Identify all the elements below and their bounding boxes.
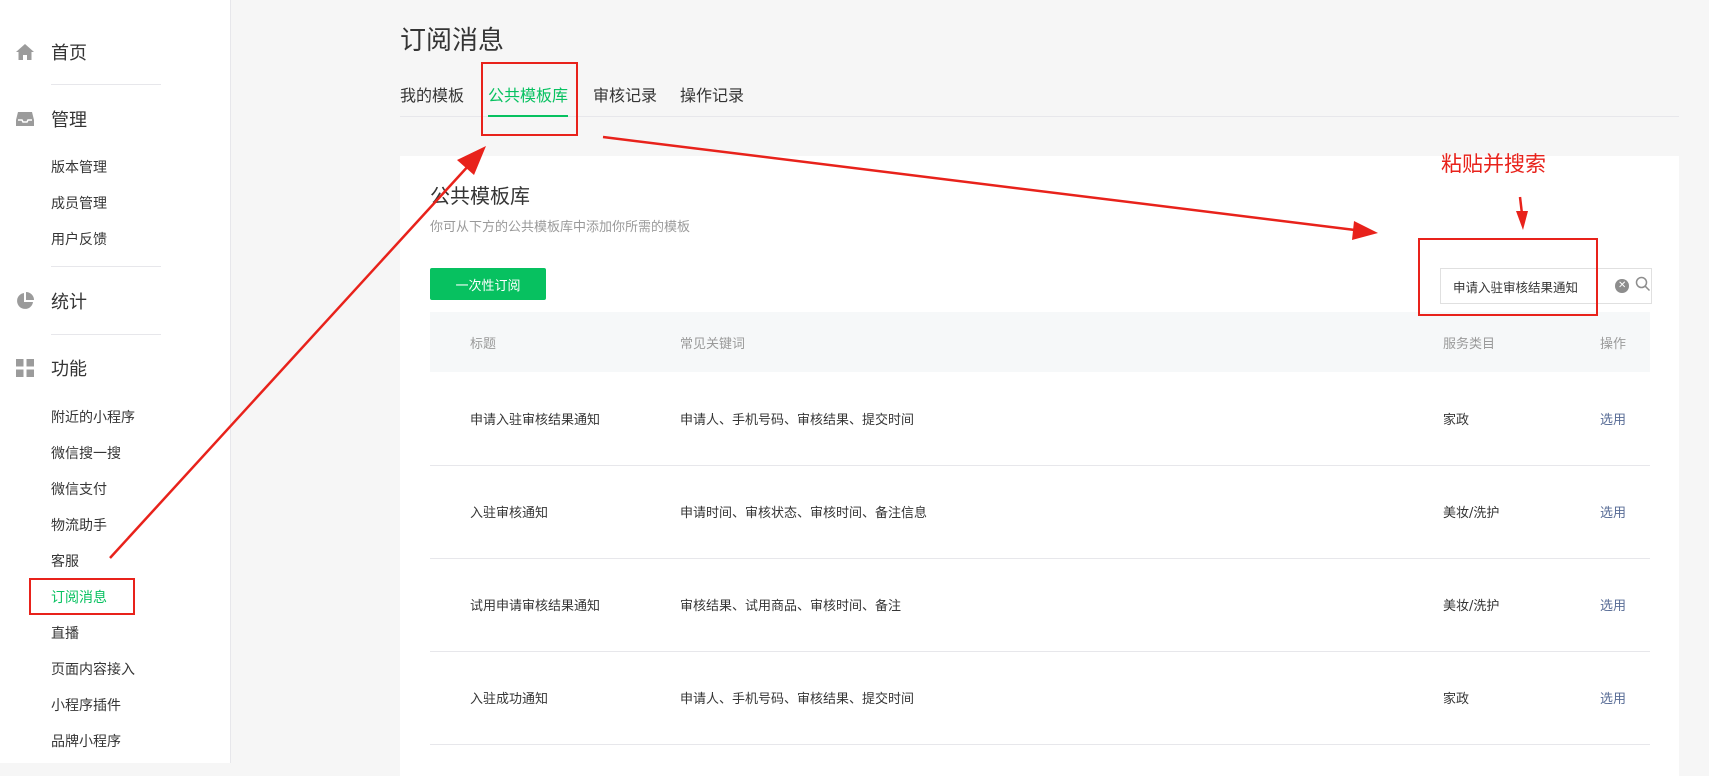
select-link[interactable]: 选用: [1600, 409, 1626, 428]
header-keywords: 常见关键词: [680, 337, 746, 352]
row-keywords: 申请时间、审核状态、审核时间、备注信息: [680, 506, 928, 521]
page-title: 订阅消息: [400, 26, 505, 56]
row-category: 家政: [1443, 413, 1470, 428]
row-title: 入驻成功通知: [470, 692, 549, 707]
nav-stats-label: 统计: [51, 292, 87, 313]
row-category: 美妆/洗护: [1443, 506, 1500, 521]
sidebar-item-brand[interactable]: 品牌小程序: [51, 732, 121, 752]
row-category: 家政: [1443, 692, 1470, 707]
table-header: 标题 常见关键词 服务类目 操作: [430, 312, 1650, 372]
header-action: 操作: [1600, 337, 1627, 352]
sidebar-item-logistics[interactable]: 物流助手: [51, 516, 107, 536]
divider: [51, 266, 161, 267]
row-title: 试用申请审核结果通知: [470, 599, 601, 614]
tab-operation-records[interactable]: 操作记录: [680, 82, 744, 116]
nav-features[interactable]: 功能: [14, 353, 87, 383]
tab-bar: 我的模板 公共模板库 审核记录 操作记录: [400, 82, 1679, 117]
tab-my-templates[interactable]: 我的模板: [400, 82, 464, 116]
sidebar-item-customer-service[interactable]: 客服: [51, 552, 79, 572]
nav-home-label: 首页: [51, 43, 87, 64]
nav-manage[interactable]: 管理: [14, 104, 87, 134]
sidebar-item-live[interactable]: 直播: [51, 624, 79, 644]
divider: [51, 84, 161, 85]
sidebar-item-version[interactable]: 版本管理: [51, 158, 107, 178]
row-category: 美妆/洗护: [1443, 599, 1500, 614]
inbox-icon: [14, 108, 36, 130]
select-link[interactable]: 选用: [1600, 688, 1626, 707]
clear-icon[interactable]: ✕: [1615, 279, 1629, 293]
row-keywords: 申请人、手机号码、审核结果、提交时间: [680, 692, 915, 707]
search-icon[interactable]: [1635, 276, 1651, 296]
tab-review-records[interactable]: 审核记录: [593, 82, 657, 116]
nav-home[interactable]: 首页: [14, 37, 87, 67]
pie-chart-icon: [14, 290, 36, 312]
table-row: 试用申请审核结果通知 审核结果、试用商品、审核时间、备注 美妆/洗护 选用: [430, 558, 1650, 652]
highlight-box-tab: [481, 62, 578, 136]
table-row: 入驻审核通知 申请时间、审核状态、审核时间、备注信息 美妆/洗护 选用: [430, 465, 1650, 559]
row-keywords: 审核结果、试用商品、审核时间、备注: [680, 599, 902, 614]
sidebar: 首页 管理 版本管理 成员管理 用户反馈 统计 功能 附近的小程序 微信搜一搜 …: [0, 0, 231, 763]
home-icon: [14, 41, 36, 63]
header-category: 服务类目: [1443, 337, 1496, 352]
select-link[interactable]: 选用: [1600, 502, 1626, 521]
table-row: 入驻成功通知 申请人、手机号码、审核结果、提交时间 家政 选用: [430, 651, 1650, 745]
annotation-text: 粘贴并搜索: [1441, 152, 1546, 176]
row-title: 入驻审核通知: [470, 506, 549, 521]
nav-stats[interactable]: 统计: [14, 286, 87, 316]
sidebar-item-search[interactable]: 微信搜一搜: [51, 444, 121, 464]
highlight-box-search: [1418, 238, 1598, 316]
sidebar-item-pay[interactable]: 微信支付: [51, 480, 107, 500]
nav-manage-label: 管理: [51, 110, 87, 131]
nav-features-label: 功能: [51, 359, 87, 380]
row-title: 申请入驻审核结果通知: [470, 413, 601, 428]
divider: [51, 334, 161, 335]
highlight-box-sidebar: [29, 578, 135, 615]
one-time-subscribe-button[interactable]: 一次性订阅: [430, 268, 546, 300]
sidebar-item-nearby[interactable]: 附近的小程序: [51, 408, 135, 428]
sidebar-item-content-access[interactable]: 页面内容接入: [51, 660, 135, 680]
table-row: 申请入驻审核结果通知 申请人、手机号码、审核结果、提交时间 家政 选用: [430, 372, 1650, 466]
row-keywords: 申请人、手机号码、审核结果、提交时间: [680, 413, 915, 428]
grid-icon: [14, 357, 36, 379]
sidebar-item-members[interactable]: 成员管理: [51, 194, 107, 214]
select-link[interactable]: 选用: [1600, 595, 1626, 614]
panel-description: 你可从下方的公共模板库中添加你所需的模板: [430, 220, 691, 235]
panel-title: 公共模板库: [430, 184, 530, 208]
header-title: 标题: [470, 337, 497, 352]
sidebar-item-feedback[interactable]: 用户反馈: [51, 230, 107, 250]
sidebar-item-plugins[interactable]: 小程序插件: [51, 696, 121, 716]
